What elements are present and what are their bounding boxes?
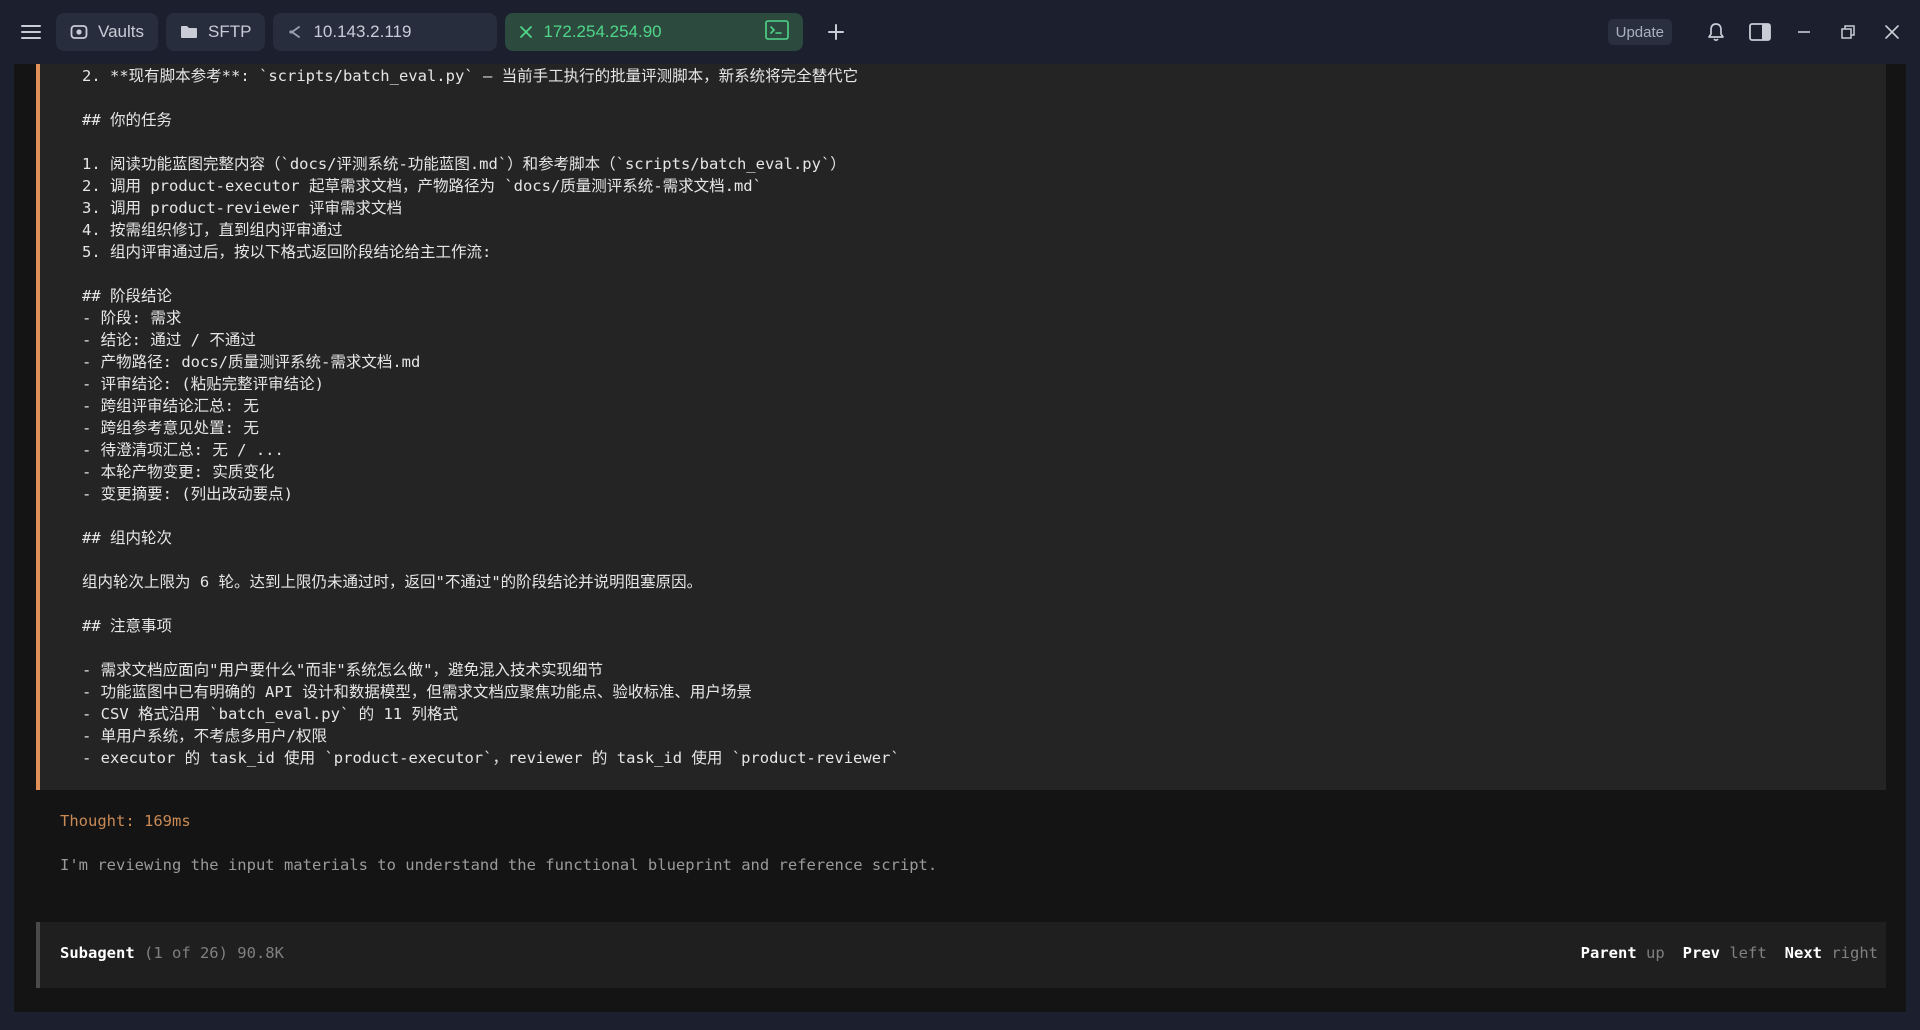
tab-vaults-label: Vaults [98, 22, 144, 41]
terminal-line: 5. 组内评审通过后，按以下格式返回阶段结论给主工作流: [82, 243, 492, 261]
terminal-line: - CSV 格式沿用 `batch_eval.py` 的 11 列格式 [82, 705, 458, 723]
thought-text: I'm reviewing the input materials to und… [60, 856, 938, 874]
terminal-line: 2. 调用 product-executor 起草需求文档，产物路径为 `doc… [82, 177, 762, 195]
restore-icon[interactable] [1832, 16, 1864, 48]
close-tab-icon[interactable] [519, 25, 533, 39]
thought-label: Thought: 169ms [60, 812, 191, 830]
new-tab-plus-icon[interactable] [819, 15, 853, 49]
subagent-count: (1 of 26) 90.8K [134, 944, 284, 962]
terminal-line: 3. 调用 product-reviewer 评审需求文档 [82, 199, 402, 217]
subagent-title: Subagent [60, 944, 135, 962]
terminal-icon [765, 19, 790, 45]
nav-prev-hint: left [1720, 944, 1767, 962]
terminal-line: 1. 阅读功能蓝图完整内容（`docs/评测系统-功能蓝图.md`）和参考脚本（… [82, 155, 846, 173]
terminal-line: - 评审结论: (粘贴完整评审结论) [82, 375, 324, 393]
folder-icon [180, 24, 198, 40]
tab-sftp-label: SFTP [208, 22, 252, 41]
nav-next-button[interactable]: Next right [1785, 944, 1878, 962]
vault-icon [70, 23, 88, 41]
nav-next-hint: right [1822, 944, 1878, 962]
close-window-icon[interactable] [1876, 16, 1908, 48]
terminal-line: - 待澄清项汇总: 无 / ... [82, 441, 284, 459]
minimize-icon[interactable] [1788, 16, 1820, 48]
tab-sftp[interactable]: SFTP [166, 13, 266, 51]
terminal-line: - 本轮产物变更: 实质变化 [82, 463, 275, 481]
terminal-line: ## 你的任务 [82, 111, 172, 129]
terminal-line: 2. **现有脚本参考**: `scripts/batch_eval.py` —… [82, 67, 859, 85]
nav-prev-key: Prev [1682, 944, 1720, 962]
top-bar: Vaults SFTP 10.143.2.119 172.254.254.90 … [0, 0, 1920, 64]
prompt-quote-block: 2. **现有脚本参考**: `scripts/batch_eval.py` —… [36, 64, 1886, 790]
nav-parent-button[interactable]: Parent up [1581, 944, 1665, 962]
terminal-line: - executor 的 task_id 使用 `product-executo… [82, 749, 900, 767]
subagent-info: Subagent (1 of 26) 90.8K [60, 944, 284, 962]
subagent-status-bar: Subagent (1 of 26) 90.8K Parent up Prev … [36, 922, 1886, 988]
tab-vaults[interactable]: Vaults [56, 13, 158, 51]
terminal-line: - 变更摘要: (列出改动要点) [82, 485, 293, 503]
update-button[interactable]: Update [1607, 19, 1672, 45]
terminal-line: ## 注意事项 [82, 617, 172, 635]
terminal-line: - 功能蓝图中已有明确的 API 设计和数据模型，但需求文档应聚焦功能点、验收标… [82, 683, 752, 701]
terminal-line: ## 阶段结论 [82, 287, 172, 305]
window-controls: Update [1607, 0, 1908, 64]
nav-prev-button[interactable]: Prev left [1683, 944, 1767, 962]
bell-icon[interactable] [1700, 16, 1732, 48]
sidebar-toggle-icon[interactable] [1744, 16, 1776, 48]
terminal-line: - 需求文档应面向"用户要什么"而非"系统怎么做"，避免混入技术实现细节 [82, 661, 603, 679]
terminal-line: ## 组内轮次 [82, 529, 172, 547]
terminal-line: - 阶段: 需求 [82, 309, 182, 327]
tab-host-label: 10.143.2.119 [313, 22, 412, 41]
nav-parent-hint: up [1636, 944, 1665, 962]
subagent-navigation: Parent up Prev left Next right [1563, 944, 1878, 962]
hamburger-menu-icon[interactable] [16, 17, 46, 47]
tab-host-10-143-2-119[interactable]: 10.143.2.119 [273, 13, 498, 51]
terminal-line: 4. 按需组织修订，直到组内评审通过 [82, 221, 343, 239]
terminal-line: - 产物路径: docs/质量测评系统-需求文档.md [82, 353, 421, 371]
tab-active-label: 172.254.254.90 [543, 22, 662, 41]
terminal-line: - 单用户系统，不考虑多用户/权限 [82, 727, 327, 745]
tab-host-172-254-254-90[interactable]: 172.254.254.90 [505, 13, 804, 51]
terminal-line: 组内轮次上限为 6 轮。达到上限仍未通过时，返回"不通过"的阶段结论并说明阻塞原… [82, 573, 703, 591]
terminal-line: - 跨组参考意见处置: 无 [82, 419, 259, 437]
terminal-output[interactable]: 2. **现有脚本参考**: `scripts/batch_eval.py` —… [14, 64, 1906, 1012]
reconnect-icon [287, 24, 303, 40]
nav-next-key: Next [1784, 944, 1822, 962]
terminal-line: - 结论: 通过 / 不通过 [82, 331, 256, 349]
nav-parent-key: Parent [1580, 944, 1637, 962]
terminal-line: - 跨组评审结论汇总: 无 [82, 397, 259, 415]
